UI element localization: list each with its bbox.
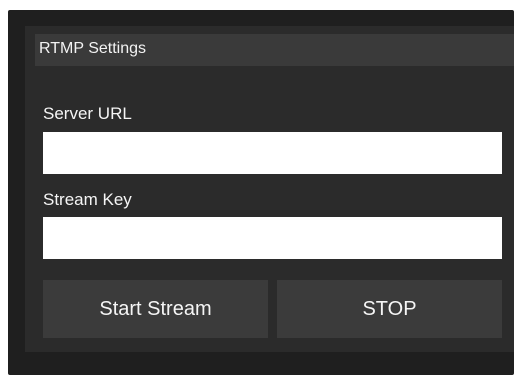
server-url-label: Server URL xyxy=(43,104,132,123)
panel-title: RTMP Settings xyxy=(39,40,147,57)
rtmp-settings-panel: RTMP Settings Server URL Stream Key Star… xyxy=(25,26,514,352)
stream-key-label: Stream Key xyxy=(43,190,132,209)
stream-key-input[interactable] xyxy=(43,217,502,259)
panel-header: RTMP Settings xyxy=(35,34,514,66)
stop-button[interactable]: STOP xyxy=(277,280,502,338)
server-url-input[interactable] xyxy=(43,132,502,174)
start-stream-button[interactable]: Start Stream xyxy=(43,280,268,338)
